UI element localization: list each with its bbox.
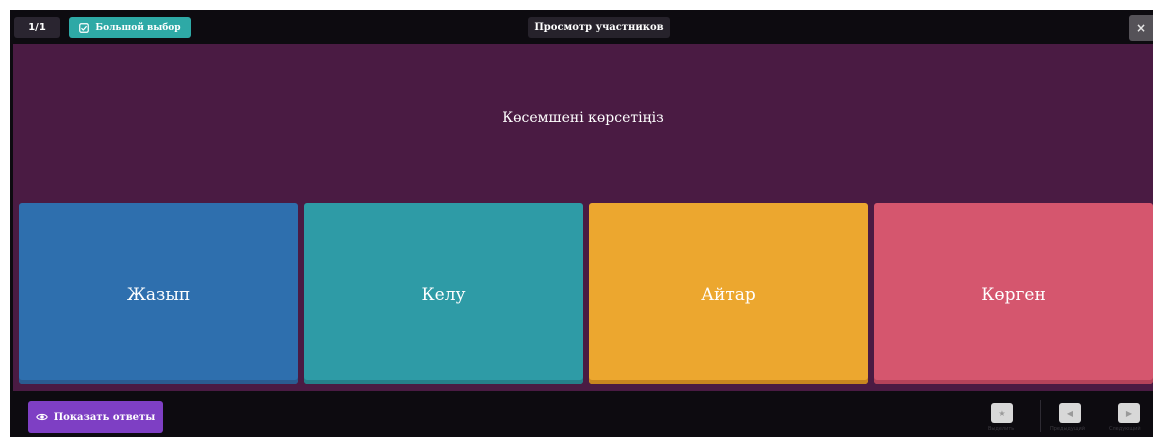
answer-option-label: Көрген: [981, 285, 1046, 305]
highlight-button[interactable]: ★: [991, 403, 1013, 423]
control-divider: [1040, 400, 1041, 432]
close-button[interactable]: ×: [1129, 15, 1153, 41]
view-participants-button[interactable]: Просмотр участников: [528, 17, 670, 38]
next-arrow-icon: ▶: [1125, 408, 1133, 418]
previous-button[interactable]: ◀: [1059, 403, 1081, 423]
prev-arrow-icon: ◀: [1066, 408, 1074, 418]
question-panel: Көсемшені көрсетіңіз Жазып Келу Айтар Кө…: [13, 44, 1153, 391]
trophy-icon: ★: [998, 408, 1006, 418]
answer-option-3[interactable]: Айтар: [589, 203, 868, 384]
next-button[interactable]: ▶: [1118, 403, 1140, 423]
answer-option-1[interactable]: Жазып: [19, 203, 298, 384]
close-icon: ×: [1135, 21, 1147, 35]
previous-label: Предыдущий: [1050, 426, 1086, 432]
answer-option-label: Жазып: [126, 285, 191, 305]
show-answers-label: Показать ответы: [53, 411, 156, 423]
highlight-label: Выделить: [988, 426, 1015, 432]
question-type-label: Большой выбор: [95, 22, 181, 33]
show-answers-button[interactable]: Показать ответы: [28, 401, 163, 433]
quiz-presenter-window: 1/1 Большой выбор Просмотр участников × …: [10, 10, 1153, 437]
answer-option-label: Келу: [421, 285, 466, 305]
next-label: Следующий: [1109, 426, 1141, 432]
answer-option-label: Айтар: [701, 285, 756, 305]
checkbox-icon: [79, 22, 90, 33]
top-bar: 1/1 Большой выбор Просмотр участников ×: [10, 10, 1153, 44]
eye-icon: [35, 413, 48, 421]
page-counter: 1/1: [14, 17, 60, 38]
question-type-badge: Большой выбор: [69, 17, 191, 38]
question-text: Көсемшені көрсетіңіз: [502, 110, 664, 126]
answer-option-4[interactable]: Көрген: [874, 203, 1153, 384]
answer-option-2[interactable]: Келу: [304, 203, 583, 384]
